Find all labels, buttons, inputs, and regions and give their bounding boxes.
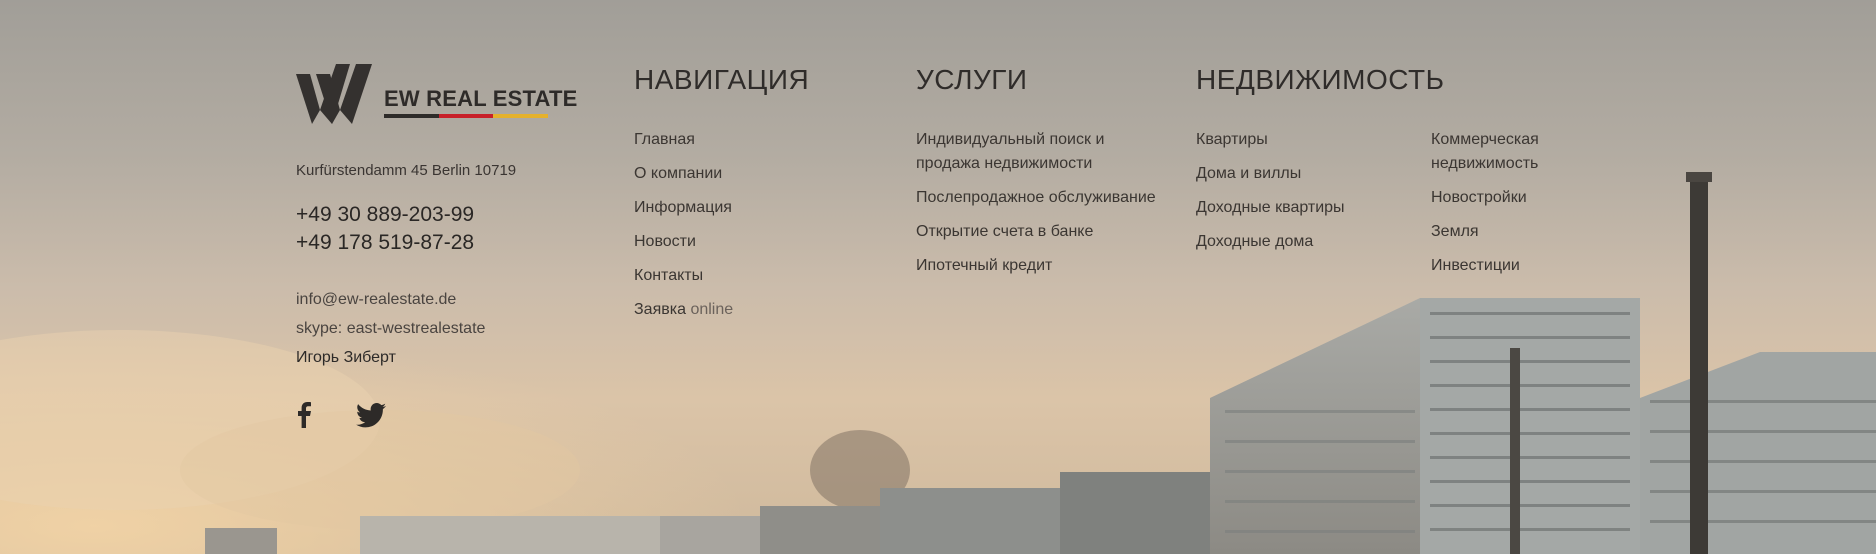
request-label: Заявка <box>634 301 686 318</box>
realty-link[interactable]: Новостройки <box>1431 186 1571 210</box>
services-title: УСЛУГИ <box>916 64 1028 95</box>
ew-logo-mark <box>296 64 372 124</box>
nav-link[interactable]: Контакты <box>634 264 733 288</box>
brand-color-bar <box>384 114 549 118</box>
skype-link[interactable]: skype: east-westrealestate <box>296 314 516 343</box>
realty-link[interactable]: Коммерческая недвижимость <box>1431 128 1571 176</box>
realty-link[interactable]: Дома и виллы <box>1196 162 1345 186</box>
nav-link[interactable]: Информация <box>634 196 733 220</box>
realty-link[interactable]: Инвестиции <box>1431 254 1571 278</box>
email-link[interactable]: info@ew-realestate.de <box>296 285 516 314</box>
service-link[interactable]: Индивидуальный поиск и продажа недвижимо… <box>916 128 1166 176</box>
realty-link[interactable]: Доходные квартиры <box>1196 196 1345 220</box>
services-list: Индивидуальный поиск и продажа недвижимо… <box>916 128 1166 288</box>
service-link[interactable]: Послепродажное обслуживание <box>916 186 1166 210</box>
contact-person: Игорь Зиберт <box>296 349 396 366</box>
realty-link[interactable]: Доходные дома <box>1196 230 1345 254</box>
phone-1[interactable]: +49 30 889-203-99 <box>296 201 516 229</box>
realty-link[interactable]: Квартиры <box>1196 128 1345 152</box>
realty-title: НЕДВИЖИМОСТЬ <box>1196 64 1445 95</box>
nav-link[interactable]: О компании <box>634 162 733 186</box>
realty-link[interactable]: Земля <box>1431 220 1571 244</box>
social-links <box>296 402 386 433</box>
facebook-icon[interactable] <box>296 402 312 433</box>
nav-link-request-online[interactable]: Заявка online <box>634 298 733 322</box>
contact-block: Kurfürstendamm 45 Berlin 10719 +49 30 88… <box>296 162 516 372</box>
twitter-icon[interactable] <box>356 402 386 433</box>
address: Kurfürstendamm 45 Berlin 10719 <box>296 162 517 179</box>
nav-link[interactable]: Новости <box>634 230 733 254</box>
navigation-list: Главная О компании Информация Новости Ко… <box>634 128 733 332</box>
logo[interactable]: EW REAL ESTATE <box>296 64 577 128</box>
online-label: online <box>690 301 734 318</box>
brand-name: EW REAL ESTATE <box>384 86 578 111</box>
service-link[interactable]: Ипотечный кредит <box>916 254 1166 278</box>
realty-list-2: Коммерческая недвижимость Новостройки Зе… <box>1431 128 1571 288</box>
phone-2[interactable]: +49 178 519-87-28 <box>296 229 516 257</box>
nav-link[interactable]: Главная <box>634 128 733 152</box>
realty-list-1: Квартиры Дома и виллы Доходные квартиры … <box>1196 128 1345 264</box>
service-link[interactable]: Открытие счета в банке <box>916 220 1166 244</box>
navigation-title: НАВИГАЦИЯ <box>634 64 810 95</box>
